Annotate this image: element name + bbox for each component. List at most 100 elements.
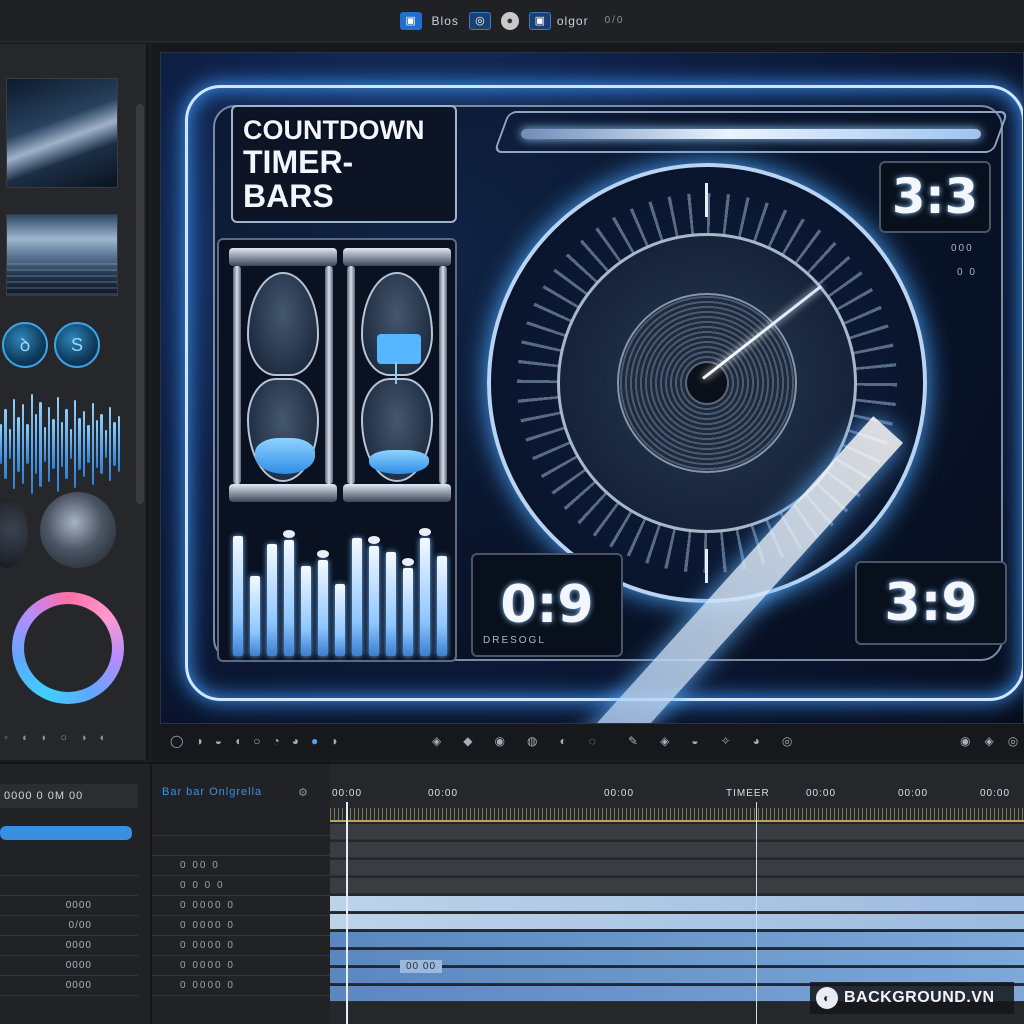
layers-panel: 0000 0 0M 00 0000 0/00 0000 0000 0000	[0, 764, 142, 1024]
top-toolbar: ▣ Blos ◎ ● ▣ olgor 0/0	[0, 0, 1024, 42]
track-header-row[interactable]: 0 00 0	[152, 856, 330, 876]
control-icon[interactable]: ◉	[960, 734, 970, 748]
swirl-icon: ꝺ	[19, 335, 31, 355]
clock-dial	[487, 163, 927, 603]
dial-hub	[685, 361, 729, 405]
toolbar-item[interactable]: ◎	[468, 11, 491, 30]
color-wheel[interactable]	[12, 592, 124, 704]
avatar-icon[interactable]: ●	[500, 11, 519, 30]
media-thumbnail[interactable]	[6, 78, 118, 188]
track-lane[interactable]	[330, 860, 1024, 876]
glow-progress-bar	[521, 129, 981, 139]
toolbar-item[interactable]: ●	[500, 11, 519, 30]
control-icon[interactable]: ○	[253, 734, 260, 748]
effect-knob[interactable]: ꝺ	[2, 322, 48, 368]
effect-knob[interactable]: S	[54, 322, 100, 368]
track-header-row[interactable]: 0 0000 0	[152, 936, 330, 956]
gear-icon[interactable]: ⚙	[298, 786, 308, 799]
control-icon[interactable]: ◕	[753, 734, 760, 748]
layer-row[interactable]: 0000	[0, 976, 138, 996]
marker-line[interactable]	[756, 802, 757, 1024]
control-icon[interactable]: ◆	[463, 734, 472, 748]
control-icon[interactable]: ◎	[782, 734, 792, 748]
square-icon[interactable]: ▣	[528, 11, 551, 30]
control-icon[interactable]: ◌	[589, 734, 596, 748]
control-icon[interactable]: ◎	[1008, 734, 1018, 748]
control-icon[interactable]: ◒	[215, 734, 222, 748]
control-icon[interactable]: ◐	[100, 732, 107, 744]
control-icon[interactable]: ●	[311, 734, 318, 748]
control-icon[interactable]: ◈	[432, 734, 441, 748]
layer-row[interactable]: 0000	[0, 896, 138, 916]
title-panel: COUNTDOWN TIMER- BARS	[231, 105, 457, 223]
time-ruler[interactable]: 00:00 00:00 00:00 TIMEER 00:00 00:00 00:…	[330, 784, 1024, 804]
track-header-row[interactable]: 0 0000 0	[152, 976, 330, 996]
playback-controls: ◈ ◆ ◉ ◍ ◐ ◌	[432, 734, 596, 748]
control-icon[interactable]: ◕	[292, 734, 299, 748]
track-lane[interactable]	[330, 878, 1024, 894]
control-icon[interactable]: ◑	[80, 732, 87, 744]
track-header-row[interactable]: 0 0 0 0	[152, 876, 330, 896]
ruler-label: 00:00	[604, 788, 635, 799]
ruler-label: 00:00	[806, 788, 837, 799]
edit-controls: ✎ ◈ ◒ ✧ ◕ ◎	[628, 734, 792, 748]
control-icon[interactable]: ◑	[195, 734, 202, 748]
control-icon[interactable]: ◯	[170, 734, 183, 748]
audio-waveform[interactable]	[0, 384, 121, 504]
control-icon[interactable]: ✎	[628, 734, 638, 748]
track-panel-title: Bar bar Onlgrella	[162, 786, 263, 798]
sphere-thumbnail[interactable]	[40, 492, 116, 568]
ruler-label: 00:00	[428, 788, 459, 799]
track-header-row[interactable]: 0 0000 0	[152, 916, 330, 936]
circle-icon[interactable]: ◎	[468, 11, 491, 30]
video-clip[interactable]	[330, 914, 1024, 930]
track-header-row[interactable]	[152, 836, 330, 856]
control-icon[interactable]: ◈	[984, 734, 993, 748]
control-icon[interactable]: ◔	[272, 734, 279, 748]
video-clip[interactable]	[330, 932, 1024, 948]
selected-layer-bar[interactable]	[0, 826, 132, 840]
audio-ruler-strip	[330, 808, 1024, 822]
control-icon[interactable]: ◉	[494, 734, 504, 748]
control-icon[interactable]: ◦	[4, 732, 8, 744]
layer-row[interactable]: 0/00	[0, 916, 138, 936]
control-icon[interactable]: ◖	[21, 732, 28, 744]
sphere-thumbnail[interactable]	[0, 498, 28, 568]
panel-scrollbar[interactable]	[136, 104, 144, 504]
track-lane[interactable]	[330, 842, 1024, 858]
square-icon[interactable]: ▣	[399, 11, 422, 30]
layer-row[interactable]	[0, 856, 138, 876]
toolbar-item[interactable]: Blos	[432, 14, 459, 28]
control-icon[interactable]: ◍	[527, 734, 537, 748]
control-icon[interactable]: ◒	[691, 734, 698, 748]
control-icon[interactable]: ◐	[559, 734, 566, 748]
toolbar-item: 0/0	[599, 15, 625, 26]
media-thumbnail[interactable]	[6, 214, 118, 296]
time-readout: 3:3	[879, 161, 991, 233]
track-header-row[interactable]: 0 0000 0	[152, 896, 330, 916]
layer-row[interactable]	[0, 876, 138, 896]
video-clip[interactable]	[330, 896, 1024, 912]
layer-row[interactable]: 0000	[0, 936, 138, 956]
title-line: BARS	[243, 178, 334, 214]
control-icon[interactable]: ◖	[234, 734, 241, 748]
ruler-label: 00:00	[980, 788, 1011, 799]
control-icon[interactable]: ◑	[330, 734, 337, 748]
toolbar-item[interactable]: ▣	[399, 11, 422, 30]
control-icon[interactable]: ✧	[721, 734, 731, 748]
hourglass-panel	[217, 238, 457, 662]
media-panel: ꝺ S ◦ ◖ ◗ ○ ◑ ◐	[0, 44, 148, 760]
preview-canvas[interactable]: COUNTDOWN TIMER- BARS 3:3 000 0 0 0:9 DR…	[160, 52, 1024, 724]
playhead[interactable]	[346, 802, 348, 1024]
ruler-label: 00:00	[898, 788, 929, 799]
control-icon[interactable]: ○	[60, 732, 67, 744]
control-icon[interactable]: ◈	[660, 734, 669, 748]
layer-row[interactable]: 0000	[0, 956, 138, 976]
track-lane[interactable]	[330, 824, 1024, 840]
toolbar-item[interactable]: ▣ olgor	[528, 11, 589, 30]
panel-controls: ◦ ◖ ◗ ○ ◑ ◐	[4, 732, 106, 744]
track-header-row[interactable]	[152, 816, 330, 836]
readout-value: 3:9	[884, 573, 978, 633]
track-header-row[interactable]: 0 0000 0	[152, 956, 330, 976]
control-icon[interactable]: ◗	[41, 732, 48, 744]
